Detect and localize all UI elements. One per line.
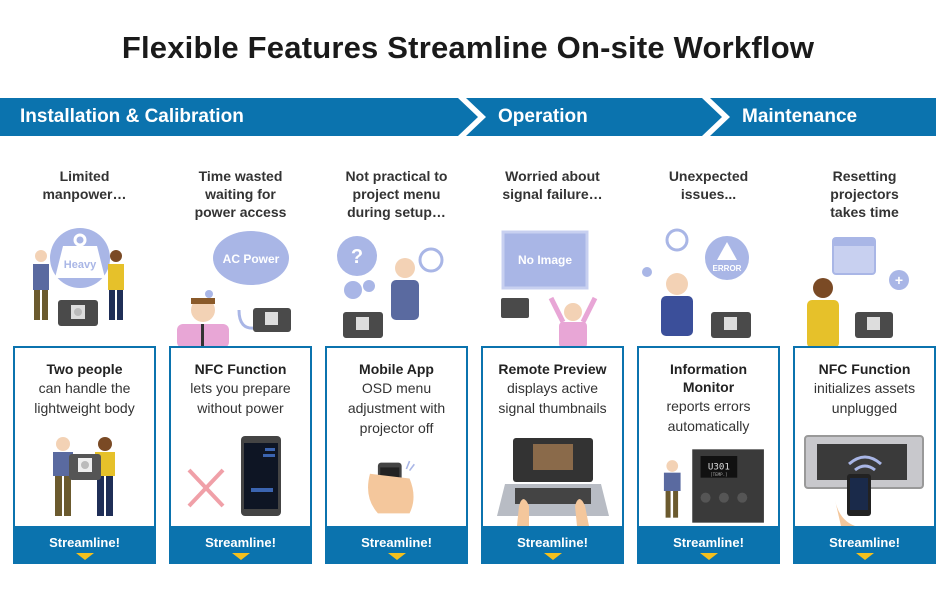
solution-description: initializes assets unplugged [813,380,916,416]
solution-title: Mobile App [359,361,434,377]
plus-icon: + [895,272,903,288]
confused-setup-illustration: ? [337,236,444,338]
streamline-label: Streamline! [49,535,120,550]
laptop-preview-illustration [497,438,609,526]
streamline-footer: Streamline! [325,526,468,564]
solution-card: Mobile App OSD menu adjustment with proj… [325,346,468,564]
solution-description: lets you prepare without power [190,380,291,416]
streamline-label: Streamline! [361,535,432,550]
problem-text: Not practical to project menu during set… [345,168,448,220]
phase-operation: Operation [498,106,588,127]
heavy-weight-illustration: Heavy [33,228,124,326]
down-arrow-icon [231,553,250,560]
clock-icon [418,247,444,273]
ac-power-illustration: AC Power [177,231,291,348]
display-sub: [TEMP.] [710,472,728,477]
bubble-label: Heavy [64,259,97,271]
streamline-label: Streamline! [673,535,744,550]
clock-icon [665,228,689,252]
problem-text: Resetting projectors takes time [830,168,899,220]
phase-banner: Installation & Calibration Operation Mai… [0,98,936,136]
unexpected-error-illustration: ERROR [642,228,751,338]
information-monitor-illustration: U301 [TEMP.] [663,449,764,523]
question-icon: ? [351,246,363,268]
streamline-footer: Streamline! [793,526,936,564]
solution-card: NFC Function initializes assets unplugge… [793,346,936,564]
solution-description: reports errors automatically [666,398,751,434]
bubble-label: No Image [518,253,572,267]
streamline-footer: Streamline! [169,526,312,564]
resetting-illustration: + [807,237,909,348]
solution-card: Two people can handle the lightweight bo… [13,346,156,564]
streamline-label: Streamline! [829,535,900,550]
solution-description: OSD menu adjustment with projector off [347,380,446,436]
two-people-carrying-illustration [53,437,115,516]
solution-card: Remote Preview displays active signal th… [481,346,624,564]
problem-text: Time wasted waiting for power access [194,168,287,220]
problem-text: Worried about signal failure… [502,168,603,202]
solution-card: Information Monitor reports errors autom… [637,346,780,564]
no-image-illustration: No Image [501,230,598,348]
page-title: Flexible Features Streamline On-site Wor… [121,30,815,65]
error-label: ERROR [713,264,742,273]
down-arrow-icon [387,553,406,560]
down-arrow-icon [543,553,562,560]
phase-maintenance: Maintenance [742,106,858,127]
display-code: U301 [708,461,730,472]
streamline-footer: Streamline! [481,526,624,564]
nfc-initialize-illustration [804,435,924,526]
nfc-phone-illustration [187,436,281,516]
streamline-footer: Streamline! [637,526,780,564]
solution-title: Remote Preview [498,361,607,377]
streamline-footer: Streamline! [13,526,156,564]
down-arrow-icon [855,553,874,560]
bubble-label: AC Power [223,252,280,266]
solution-description: displays active signal thumbnails [498,380,607,416]
solution-title: Two people [46,361,123,377]
mobile-app-hand-illustration [368,460,415,514]
problem-text: Unexpected issues... [668,168,749,202]
solution-card: NFC Function lets you prepare without po… [169,346,312,564]
down-arrow-icon [699,553,718,560]
streamline-label: Streamline! [517,535,588,550]
solution-description: can handle the lightweight body [34,380,135,416]
solution-title: NFC Function [194,361,287,377]
solution-title: Information Monitor [670,361,747,395]
streamline-label: Streamline! [205,535,276,550]
down-arrow-icon [75,553,94,560]
solution-title: NFC Function [818,361,911,377]
phase-installation: Installation & Calibration [20,106,244,127]
problem-text: Limited manpower… [42,168,127,202]
